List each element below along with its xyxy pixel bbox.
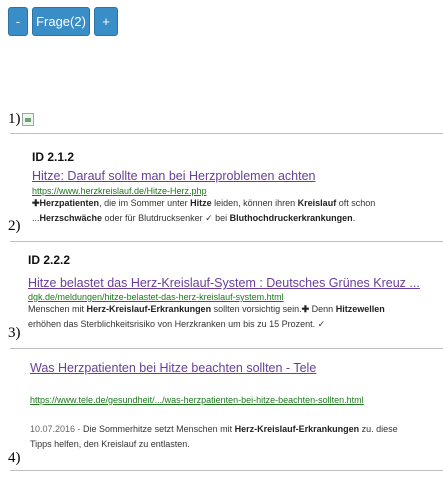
broken-image-icon	[22, 113, 34, 126]
divider	[10, 470, 443, 471]
result-title-link[interactable]: Hitze: Darauf sollte man bei Herzproblem…	[32, 169, 315, 183]
question-button[interactable]: Frage(2)	[32, 7, 90, 36]
item-number-1: 1)	[8, 111, 21, 127]
item-number-3: 3)	[8, 325, 21, 341]
divider	[10, 348, 443, 349]
snippet-line: Menschen mit Herz-Kreislauf-Erkrankungen…	[28, 304, 385, 314]
decrease-button[interactable]: -	[8, 7, 28, 36]
item-number-2: 2)	[8, 218, 21, 234]
result-snippet: 10.07.2016 - Die Sommerhitze setzt Mensc…	[30, 422, 398, 452]
snippet-line: Tipps helfen, den Kreislauf zu entlasten…	[30, 439, 190, 449]
result-url-link[interactable]: dgk.de/meldungen/hitze-belastet-das-herz…	[28, 292, 284, 302]
result-url-link[interactable]: https://www.tele.de/gesundheit/.../was-h…	[30, 395, 364, 405]
result-title-link[interactable]: Was Herzpatienten bei Hitze beachten sol…	[30, 361, 316, 375]
snippet-line: 10.07.2016 - Die Sommerhitze setzt Mensc…	[30, 424, 398, 434]
result-snippet: ✚Herzpatienten, die im Sommer unter Hitz…	[32, 196, 375, 226]
result-title-link[interactable]: Hitze belastet das Herz-Kreislauf-System…	[28, 276, 420, 290]
snippet-line: ✚Herzpatienten, die im Sommer unter Hitz…	[32, 198, 376, 208]
divider	[10, 133, 443, 134]
result-url-link[interactable]: https://www.herzkreislauf.de/Hitze-Herz.…	[32, 186, 207, 196]
result-snippet: Menschen mit Herz-Kreislauf-Erkrankungen…	[28, 302, 385, 332]
toolbar: - Frage(2) +	[8, 7, 118, 36]
result-id: ID 2.1.2	[32, 150, 75, 164]
snippet-line: erhöhen das Sterblichkeitsrisiko von Her…	[28, 319, 326, 329]
snippet-line: ...Herzschwäche oder für Blutdrucksenker…	[32, 213, 356, 223]
divider	[10, 241, 443, 242]
increase-button[interactable]: +	[94, 7, 118, 36]
item-number-4: 4)	[8, 450, 21, 466]
result-id: ID 2.2.2	[28, 253, 71, 267]
